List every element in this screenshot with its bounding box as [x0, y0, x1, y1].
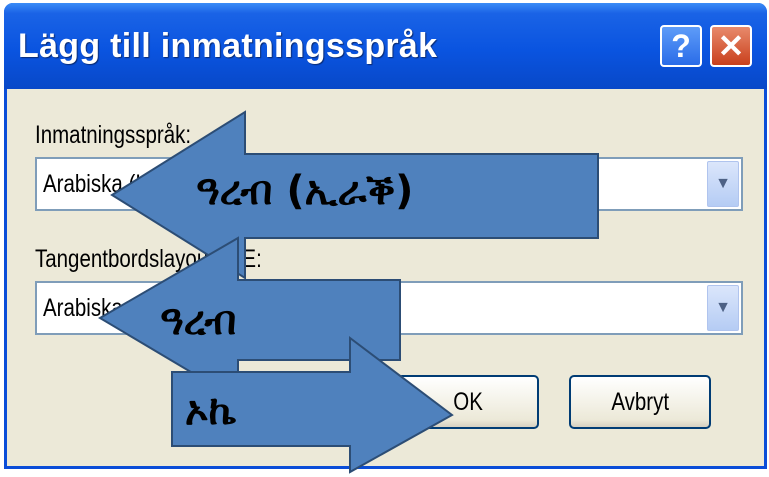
annotation-overlay: [98, 110, 599, 474]
arrow1-text: ዓረብ (ኢራቕ): [196, 168, 414, 214]
arrow3-text: ኦኬ: [185, 388, 236, 434]
arrow2-text: ዓረብ: [160, 298, 237, 344]
